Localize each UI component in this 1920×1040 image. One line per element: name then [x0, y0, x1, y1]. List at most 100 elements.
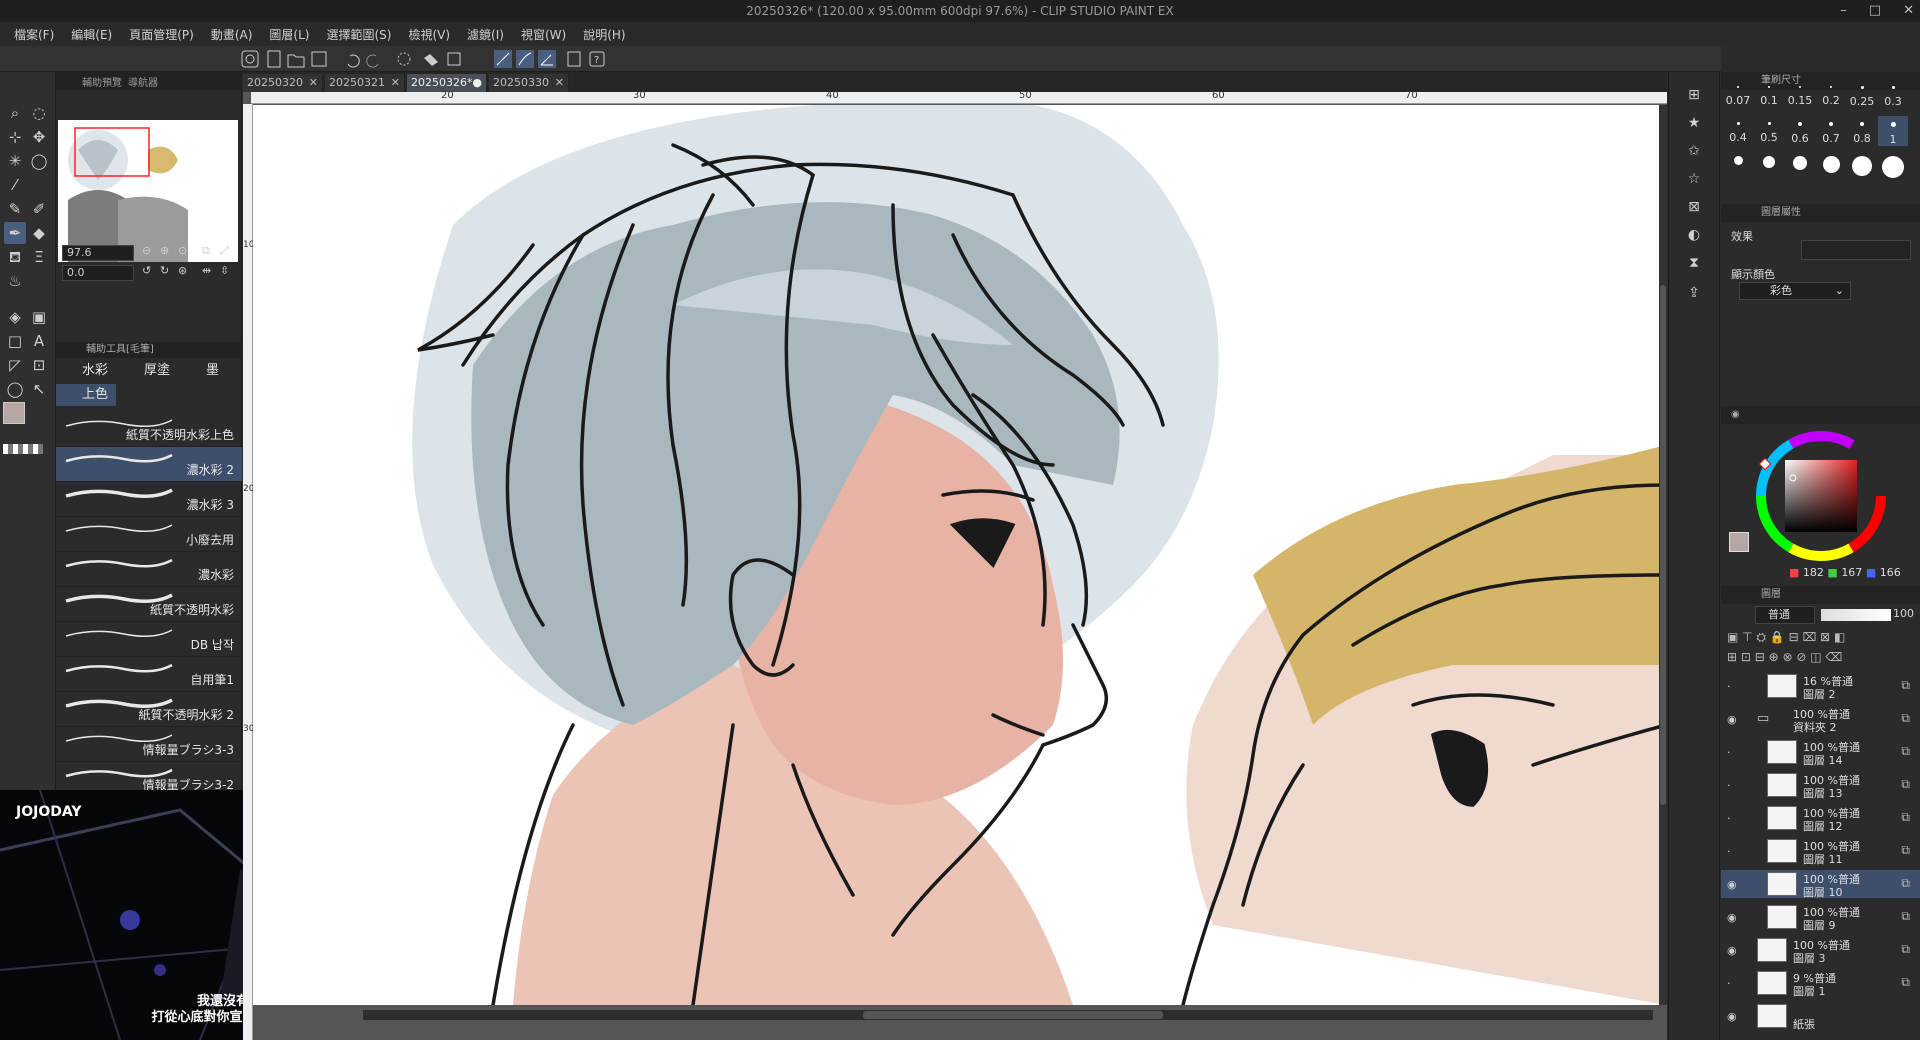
- open-file-icon[interactable]: [287, 54, 305, 68]
- brush-size-option[interactable]: 0.7: [1816, 116, 1846, 145]
- export-icon[interactable]: ⇪: [1683, 282, 1705, 304]
- brush-item[interactable]: 紙質不透明水彩: [56, 587, 242, 622]
- menu-edit[interactable]: 編輯(E): [71, 26, 112, 43]
- brush-size-preset[interactable]: [1847, 156, 1877, 182]
- visibility-eye-icon[interactable]: ◉: [1727, 878, 1737, 891]
- clear-icon[interactable]: [397, 52, 411, 66]
- text-tool-icon[interactable]: A: [28, 330, 50, 352]
- eyedropper-icon[interactable]: ⁄: [4, 174, 26, 196]
- layer-row[interactable]: · 100 %普通 圖層 11 ⧉: [1721, 837, 1920, 866]
- tab-sub-view[interactable]: 輔助預覽: [82, 74, 122, 89]
- visibility-eye-icon[interactable]: ·: [1727, 845, 1731, 858]
- visibility-eye-icon[interactable]: ◉: [1727, 713, 1737, 726]
- ruler-tool-icon[interactable]: ⊡: [28, 354, 50, 376]
- layer-settings-icon[interactable]: ⧉: [1901, 744, 1910, 759]
- decoration-icon[interactable]: Ξ: [28, 246, 50, 268]
- airbrush-icon[interactable]: ⛾: [4, 246, 26, 268]
- eraser-tool-icon[interactable]: ◆: [28, 222, 50, 244]
- brush-size-preset[interactable]: [1723, 156, 1753, 171]
- close-tab-icon[interactable]: ●: [472, 74, 482, 92]
- clip-studio-icon[interactable]: [241, 50, 259, 68]
- menu-help[interactable]: 說明(H): [583, 26, 625, 43]
- navigator-thumbnail[interactable]: [58, 120, 238, 262]
- layer-settings-icon[interactable]: ⧉: [1901, 975, 1910, 990]
- layer-settings-icon[interactable]: ⧉: [1901, 711, 1910, 726]
- pen-tool-icon[interactable]: ✎: [4, 198, 26, 220]
- layer-row[interactable]: ◉ 紙張: [1721, 1002, 1920, 1031]
- menu-animation[interactable]: 動畫(A): [211, 26, 253, 43]
- material-star-icon[interactable]: ✩: [1683, 140, 1705, 162]
- transform-icon[interactable]: [447, 52, 461, 66]
- visibility-eye-icon[interactable]: ·: [1727, 779, 1731, 792]
- layer-tool-buttons[interactable]: ▣ ⊤ ⛭ 🔒 ⊟ ⌧ ⊠ ◧: [1727, 630, 1915, 646]
- layer-row[interactable]: · 100 %普通 圖層 12 ⧉: [1721, 804, 1920, 833]
- redo-icon[interactable]: [366, 54, 379, 68]
- layer-action-buttons[interactable]: ⊞ ⊡ ⊟ ⊕ ⊗ ⊘ ◫ ⌫: [1727, 650, 1915, 666]
- visibility-eye-icon[interactable]: ·: [1727, 746, 1731, 759]
- blend-tool-icon[interactable]: ♨: [4, 270, 26, 292]
- brush-size-option[interactable]: 0.4: [1723, 116, 1753, 144]
- opacity-slider[interactable]: [1821, 609, 1891, 621]
- layer-row[interactable]: · 9 %普通 圖層 1 ⧉: [1721, 969, 1920, 998]
- brush-size-option[interactable]: 0.07: [1723, 80, 1753, 107]
- menu-window[interactable]: 視窗(W): [521, 26, 566, 43]
- blend-mode-select[interactable]: 普通: [1755, 606, 1815, 624]
- correct-line-icon[interactable]: ↖: [28, 378, 50, 400]
- visibility-eye-icon[interactable]: ◉: [1727, 911, 1737, 924]
- visibility-eye-icon[interactable]: ·: [1727, 812, 1731, 825]
- subtool-group-watercolor[interactable]: 水彩: [56, 360, 116, 382]
- frame-border-icon[interactable]: ◸: [4, 354, 26, 376]
- zoom-out-icon[interactable]: ⊖: [142, 244, 151, 257]
- layer-settings-icon[interactable]: ⧉: [1901, 777, 1910, 792]
- close-tab-icon[interactable]: ✕: [391, 74, 400, 92]
- selection-icon[interactable]: ◯: [28, 150, 50, 172]
- vertical-scrollbar[interactable]: [1659, 105, 1667, 1005]
- ruler-snap-icon[interactable]: [494, 50, 512, 68]
- color-main-swatch[interactable]: [1729, 532, 1749, 552]
- actual-size-icon[interactable]: ⤢: [220, 244, 229, 258]
- menu-file[interactable]: 檔案(F): [14, 26, 54, 43]
- brush-size-preset[interactable]: [1816, 156, 1846, 179]
- brush-size-option[interactable]: 0.8: [1847, 116, 1877, 145]
- layer-settings-icon[interactable]: ⧉: [1901, 810, 1910, 825]
- document-tab[interactable]: 20250321 ✕: [325, 74, 405, 92]
- menu-page[interactable]: 頁面管理(P): [129, 26, 194, 43]
- brush-size-preset[interactable]: [1878, 156, 1908, 184]
- layer-row[interactable]: · 16 %普通 圖層 2 ⧉: [1721, 672, 1920, 701]
- favorites-icon[interactable]: ★: [1683, 112, 1705, 134]
- brush-item[interactable]: 濃水彩: [56, 552, 242, 587]
- flip-horizontal-icon[interactable]: ⇹: [202, 264, 211, 277]
- flip-vertical-icon[interactable]: ⇳: [220, 264, 229, 277]
- brush-size-option[interactable]: 0.6: [1785, 116, 1815, 145]
- brush-item[interactable]: 濃水彩 3: [56, 482, 242, 517]
- tone-icon[interactable]: ◐: [1683, 224, 1705, 246]
- brush-size-preset[interactable]: [1785, 156, 1815, 176]
- subtool-group-thick-paint[interactable]: 厚塗: [118, 360, 178, 382]
- layer-row[interactable]: ◉ 100 %普通 圖層 3 ⧉: [1721, 936, 1920, 965]
- assets-icon[interactable]: ☆: [1683, 168, 1705, 190]
- rotation-value[interactable]: 0.0: [62, 265, 134, 281]
- material-icon[interactable]: ⊞: [1683, 84, 1705, 106]
- brush-size-option[interactable]: 0.5: [1754, 116, 1784, 144]
- brush-size-option[interactable]: 1: [1878, 116, 1908, 146]
- fit-window-icon[interactable]: ⧉: [202, 244, 210, 258]
- save-icon[interactable]: [311, 51, 327, 67]
- brush-item[interactable]: 小廢去用: [56, 517, 242, 552]
- layer-search-icon[interactable]: ⊠: [1683, 196, 1705, 218]
- brush-item[interactable]: 自用筆1: [56, 657, 242, 692]
- visibility-eye-icon[interactable]: ·: [1727, 680, 1731, 693]
- display-color-select[interactable]: 彩色 ⌄: [1739, 282, 1851, 300]
- close-icon[interactable]: ✕: [1903, 0, 1914, 22]
- minimize-icon[interactable]: –: [1840, 0, 1847, 22]
- brush-item[interactable]: 紙質不透明水彩上色: [56, 412, 242, 447]
- color-wheel[interactable]: [1751, 426, 1891, 566]
- fill-tool-icon[interactable]: ◈: [4, 306, 26, 328]
- brush-item[interactable]: 紙質不透明水彩 2: [56, 692, 242, 727]
- visibility-eye-icon[interactable]: ◉: [1727, 1010, 1737, 1023]
- brush-size-option[interactable]: 0.25: [1847, 80, 1877, 108]
- subtool-group-ink[interactable]: 墨: [180, 360, 240, 382]
- rotate-left-icon[interactable]: ↺: [142, 264, 151, 277]
- brush-size-option[interactable]: 0.3: [1878, 80, 1908, 108]
- layer-row[interactable]: · 100 %普通 圖層 14 ⧉: [1721, 738, 1920, 767]
- menu-layer[interactable]: 圖層(L): [269, 26, 309, 43]
